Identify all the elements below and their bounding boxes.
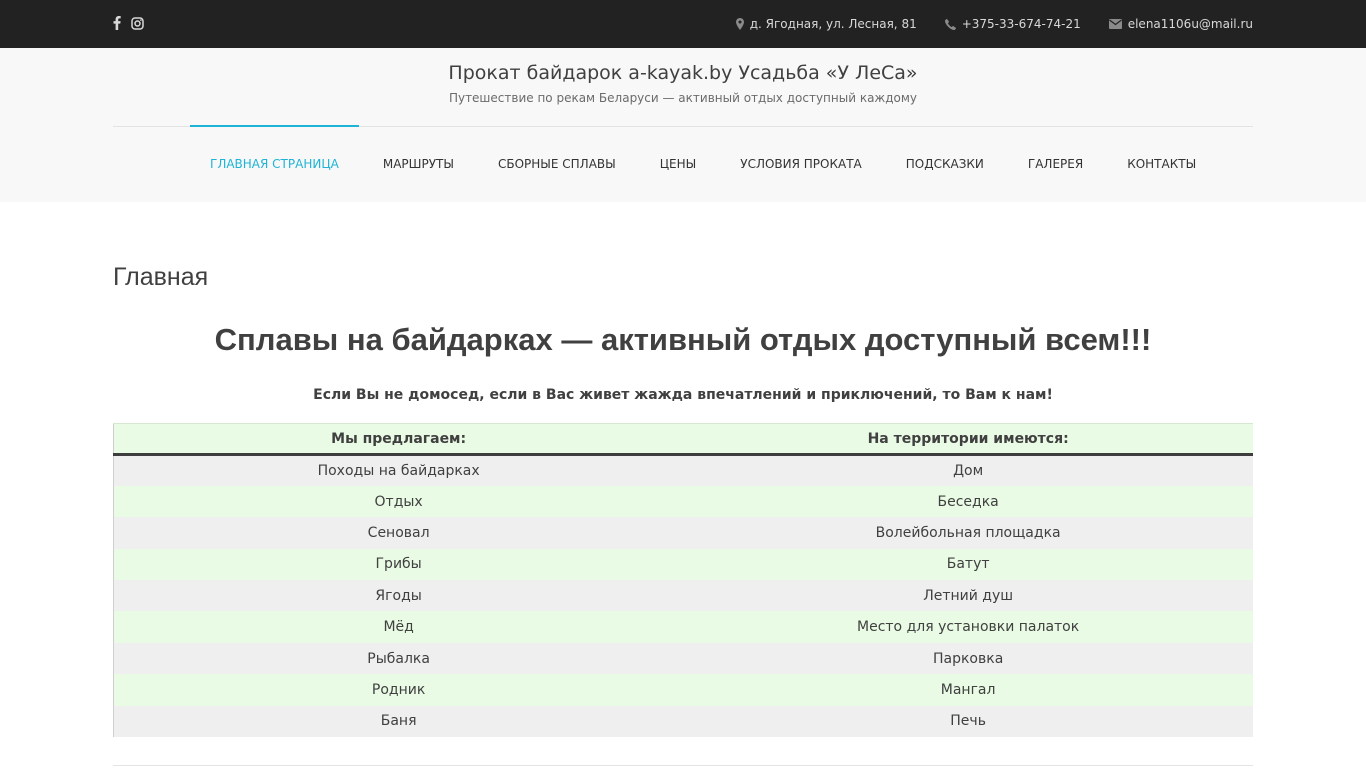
facebook-icon[interactable] [113,16,121,30]
email-text[interactable]: elena1106u@mail.ru [1128,17,1253,31]
table-row: Родник Мангал [113,674,1253,706]
top-bar: д. Ягодная, ул. Лесная, 81 +375-33-674-7… [0,0,1366,48]
nav-item-rental-terms[interactable]: Условия проката [720,125,882,201]
table-cell: Беседка [683,485,1253,518]
table-cell: Родник [113,674,684,706]
table-cell: Дом [683,454,1253,486]
table-cell: Место для установки палаток [683,611,1253,643]
nav-item-contacts[interactable]: Контакты [1107,125,1216,201]
table-cell: Печь [683,705,1253,738]
table-row: Баня Печь [113,705,1253,738]
nav-item-home[interactable]: Главная страница [190,125,359,201]
main-nav: Главная страница Маршруты Сборные сплавы… [190,125,1216,201]
nav-item-tips[interactable]: Подсказки [886,125,1004,201]
table-cell: Рыбалка [113,642,684,675]
table-row: Рыбалка Парковка [113,642,1253,675]
contact-info: д. Ягодная, ул. Лесная, 81 +375-33-674-7… [735,0,1253,48]
nav-item-group-trips[interactable]: Сборные сплавы [478,125,636,201]
envelope-icon [1108,19,1122,29]
hero-heading: Сплавы на байдарках — активный отдых дос… [214,322,1152,357]
site-description: Путешествие по рекам Беларуси — активный… [448,91,918,105]
site-header: Прокат байдарок a-kayak.by Усадьба «У Ле… [0,48,1366,202]
nav-item-gallery[interactable]: Галерея [1008,125,1103,201]
address: д. Ягодная, ул. Лесная, 81 [735,17,917,31]
table-row: Грибы Батут [113,548,1253,581]
address-text: д. Ягодная, ул. Лесная, 81 [749,17,917,31]
table-row: Ягоды Летний душ [113,580,1253,612]
social-links [113,16,144,30]
email[interactable]: elena1106u@mail.ru [1108,17,1253,31]
table-row: Отдых Беседка [113,485,1253,518]
table-cell: Волейбольная площадка [683,517,1253,549]
table-cell: Баня [113,705,684,738]
table-cell: Летний душ [683,580,1253,612]
content-divider [113,765,1253,766]
table-cell: Парковка [683,642,1253,675]
table-row: Сеновал Волейбольная площадка [113,517,1253,549]
table-cell: Грибы [113,548,684,581]
site-title[interactable]: Прокат байдарок a-kayak.by Усадьба «У Ле… [0,62,1366,84]
table-cell: Мангал [683,674,1253,706]
table-row: Мёд Место для установки палаток [113,611,1253,643]
table-cell: Отдых [113,485,684,518]
table-cell: Походы на байдарках [113,454,684,486]
nav-item-routes[interactable]: Маршруты [363,125,474,201]
table-cell: Батут [683,548,1253,581]
phone-icon [944,18,956,30]
header-we-offer: Мы предлагаем: [113,423,684,456]
intro-text: Если Вы не домосед, если в Вас живет жаж… [313,387,1053,403]
table-cell: Мёд [113,611,684,643]
offer-table: Мы предлагаем: На территории имеются: По… [113,423,1253,738]
table-header-row: Мы предлагаем: На территории имеются: [113,423,1253,456]
phone-text[interactable]: +375-33-674-74-21 [962,17,1081,31]
instagram-icon[interactable] [131,16,144,30]
table-row: Походы на байдарках Дом [113,454,1253,486]
page-title: Главная [113,263,209,291]
table-cell: Ягоды [113,580,684,612]
nav-item-prices[interactable]: Цены [640,125,717,201]
header-on-territory: На территории имеются: [683,423,1253,456]
map-marker-icon [735,18,744,30]
table-cell: Сеновал [113,517,684,549]
phone[interactable]: +375-33-674-74-21 [944,17,1081,31]
